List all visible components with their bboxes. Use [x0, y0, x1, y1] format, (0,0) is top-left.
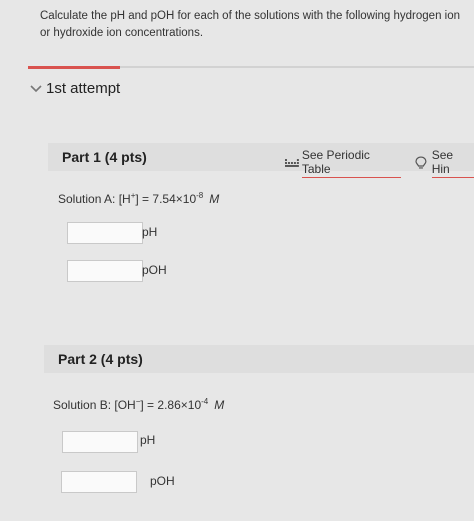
part-2-title: Part 2 (4 pts) — [58, 351, 143, 367]
part-2-ph-label: pH — [140, 433, 156, 447]
part-1-poh-label: pOH — [142, 263, 167, 277]
part-2-ph-input[interactable] — [62, 431, 138, 453]
part-1-ph-label: pH — [142, 225, 158, 239]
part-2-exponent: -4 — [201, 397, 209, 406]
hint-link[interactable]: See Hin — [415, 148, 474, 178]
part-1-solution-text: Solution A: [H — [58, 192, 131, 206]
part-1-exponent: -8 — [196, 191, 204, 200]
part-1-unit: M — [209, 192, 220, 206]
attempt-tab-indicator — [28, 66, 120, 69]
periodic-table-link[interactable]: See Periodic Table — [285, 148, 401, 178]
part-1-poh-input[interactable] — [67, 260, 143, 282]
part-2-solution-text: Solution B: [OH — [53, 398, 136, 412]
attempt-toggle[interactable]: 1st attempt — [30, 80, 120, 97]
part-2-value: ] = 2.86×10 — [140, 398, 202, 412]
part-1-solution: Solution A: [H+] = 7.54×10-8 M — [58, 191, 219, 206]
part-1-title: Part 1 (4 pts) — [62, 149, 147, 165]
question-text: Calculate the pH and pOH for each of the… — [40, 10, 461, 39]
part-2-poh-input[interactable] — [61, 471, 137, 493]
part-2-header: Part 2 (4 pts) — [44, 345, 474, 373]
part-1-value: ] = 7.54×10 — [135, 192, 197, 206]
part-1-ph-input[interactable] — [67, 222, 143, 244]
periodic-table-icon — [285, 159, 299, 167]
part-2-unit: M — [214, 398, 225, 412]
attempt-label: 1st attempt — [46, 80, 121, 97]
part-2-poh-label: pOH — [150, 474, 175, 488]
hint-label: See Hin — [431, 148, 474, 178]
part-2-solution: Solution B: [OH−] = 2.86×10-4 M — [53, 397, 224, 412]
chevron-down-icon — [30, 84, 42, 92]
part-1-tools: See Periodic Table See Hin — [285, 148, 474, 178]
lightbulb-icon — [415, 156, 427, 169]
periodic-table-label: See Periodic Table — [301, 148, 401, 178]
